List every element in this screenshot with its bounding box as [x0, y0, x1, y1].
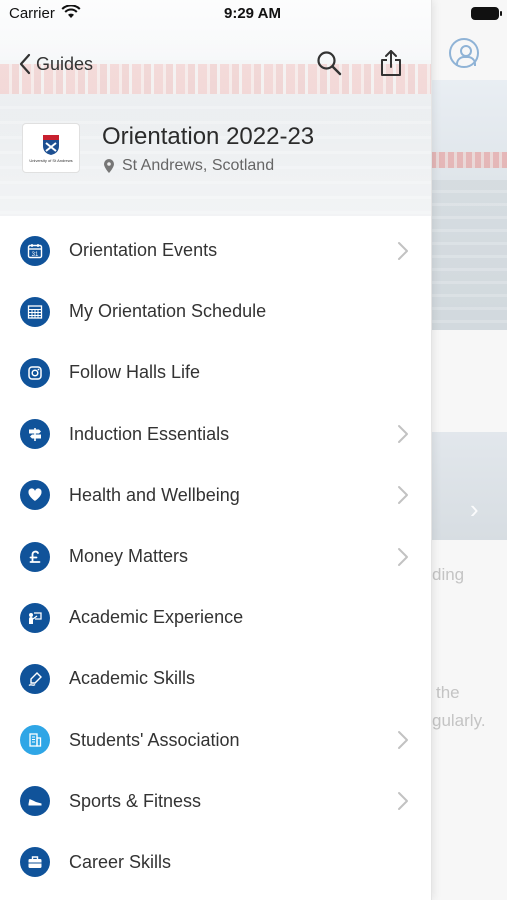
- building-icon: [20, 725, 50, 756]
- battery-icon: [471, 7, 502, 20]
- logo-text: University of St Andrews: [29, 157, 73, 163]
- menu-item-my-orientation-schedule[interactable]: My Orientation Schedule: [0, 281, 431, 342]
- back-button-label: Guides: [36, 53, 94, 74]
- menu-item-induction-essentials[interactable]: Induction Essentials: [0, 404, 431, 465]
- schedule-grid-icon: [20, 296, 50, 327]
- chevron-right-icon: [398, 792, 408, 811]
- page-title: Orientation 2022-23: [102, 123, 315, 150]
- menu-item-academic-experience[interactable]: Academic Experience: [0, 587, 431, 648]
- menu-item-label: Career Skills: [69, 851, 172, 872]
- menu-item-label: Induction Essentials: [69, 423, 230, 444]
- wifi-icon: [61, 5, 81, 18]
- instagram-icon: [20, 357, 50, 388]
- location-label: St Andrews, Scotland: [104, 157, 274, 175]
- shoe-icon: [20, 786, 50, 817]
- presenter-icon: [20, 602, 50, 633]
- menu-item-label: My Orientation Schedule: [69, 301, 267, 322]
- share-icon[interactable]: [376, 48, 406, 78]
- location-pin-icon: [104, 159, 114, 173]
- background-text-line: ding: [432, 565, 465, 584]
- background-card-chevron-icon: ›: [470, 494, 479, 524]
- chevron-right-icon: [398, 547, 408, 566]
- carrier-label: Carrier: [9, 5, 55, 22]
- briefcase-icon: [20, 847, 50, 878]
- heart-icon: [20, 480, 50, 511]
- calendar-icon: 31: [20, 235, 50, 266]
- university-logo: University of St Andrews: [22, 123, 80, 173]
- guide-menu: 31 Orientation Events My Orientation Sch…: [0, 220, 431, 893]
- status-time: 9:29 AM: [224, 5, 281, 22]
- svg-text:31: 31: [32, 252, 39, 258]
- header-hero-image: [0, 0, 431, 216]
- menu-item-orientation-events[interactable]: 31 Orientation Events: [0, 220, 431, 281]
- menu-item-career-skills[interactable]: Career Skills: [0, 832, 431, 893]
- location-text: St Andrews, Scotland: [122, 157, 275, 174]
- menu-item-label: Health and Wellbeing: [69, 484, 240, 505]
- status-bar: Carrier 9:29 AM: [0, 0, 431, 28]
- menu-item-money-matters[interactable]: Money Matters: [0, 526, 431, 587]
- chevron-right-icon: [398, 425, 408, 444]
- menu-item-label: Money Matters: [69, 546, 189, 567]
- menu-item-health-and-wellbeing[interactable]: Health and Wellbeing: [0, 465, 431, 526]
- background-text-line: the: [436, 683, 460, 702]
- menu-item-label: Follow Halls Life: [69, 362, 201, 383]
- menu-item-students-association[interactable]: Students' Association: [0, 710, 431, 771]
- chevron-right-icon: [398, 241, 408, 260]
- background-text-line: gularly.: [432, 711, 486, 730]
- back-button[interactable]: Guides: [18, 50, 93, 78]
- menu-item-academic-skills[interactable]: Academic Skills: [0, 648, 431, 709]
- menu-item-follow-halls-life[interactable]: Follow Halls Life: [0, 342, 431, 403]
- menu-item-label: Academic Skills: [69, 668, 196, 689]
- chevron-right-icon: [398, 486, 408, 505]
- signpost-icon: [20, 419, 50, 450]
- pound-icon: [20, 541, 50, 572]
- search-icon[interactable]: [314, 48, 344, 78]
- menu-item-label: Orientation Events: [69, 240, 218, 261]
- side-drawer: Carrier 9:29 AM Guides University of St …: [0, 0, 431, 900]
- menu-item-label: Sports & Fitness: [69, 790, 202, 811]
- background-card-image[interactable]: [430, 432, 507, 540]
- menu-item-sports-and-fitness[interactable]: Sports & Fitness: [0, 771, 431, 832]
- menu-item-label: Academic Experience: [69, 607, 244, 628]
- chevron-left-icon: [19, 53, 31, 75]
- profile-avatar-icon[interactable]: [449, 38, 479, 68]
- chevron-right-icon: [398, 731, 408, 750]
- background-hero-image: [430, 80, 507, 330]
- crest-icon: [43, 134, 59, 155]
- menu-item-label: Students' Association: [69, 729, 240, 750]
- writing-icon: [20, 663, 50, 694]
